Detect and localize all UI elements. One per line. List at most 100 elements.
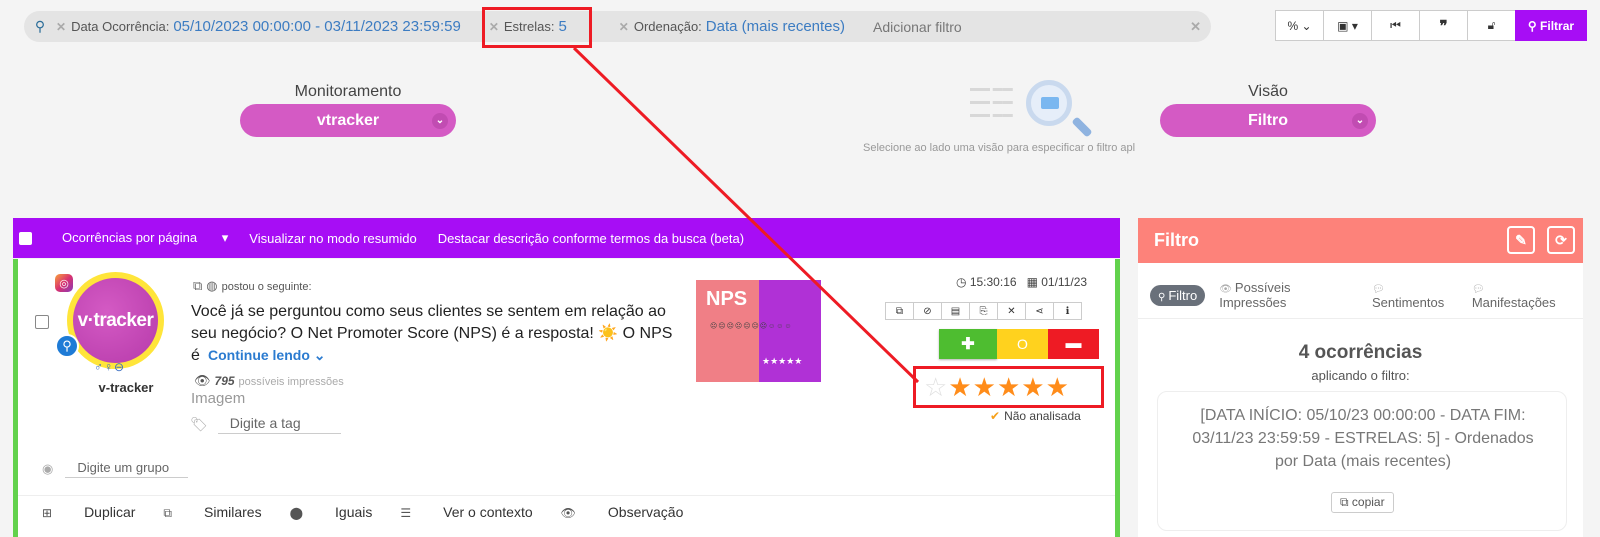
copy-button[interactable]: ⧉ copiar — [1331, 492, 1394, 513]
star-empty-icon[interactable]: ☆ — [924, 374, 947, 400]
per-page-dropdown[interactable]: Ocorrências por página ▾ — [62, 230, 228, 246]
search-icon[interactable]: ⚲ — [24, 18, 56, 35]
filter-button[interactable]: ⚲ Filtrar — [1515, 10, 1587, 41]
decorative-lines: ▬▬ ▬▬ ▬▬ ▬▬ ▬▬ ▬▬ — [970, 83, 1013, 120]
filter-chip-order[interactable]: ✕ Ordenação: Data (mais recentes) — [619, 18, 845, 35]
external-link-icon[interactable]: ⧉ — [193, 278, 202, 293]
star-filled-icon[interactable]: ★ — [1021, 374, 1044, 400]
circle-icon: ⬤ — [289, 506, 304, 520]
highlight-terms-link[interactable]: Destacar descrição conforme termos da bu… — [438, 231, 744, 246]
monitoramento-select[interactable]: vtracker ⌄ — [240, 104, 456, 137]
post-time: 15:30:16 — [969, 275, 1017, 289]
star-rating: ☆ ★ ★ ★ ★ ★ — [913, 366, 1104, 408]
tag-row: 🏷︎ Digite a tag — [190, 415, 341, 434]
save-dropdown-button[interactable]: ▣ ▾ — [1323, 10, 1372, 41]
sentiment-buttons: ✚ O ▬ — [939, 329, 1099, 359]
impressions-label: possíveis impressões — [238, 376, 344, 388]
skip-back-icon: ⏮ — [1390, 18, 1401, 32]
annotation-box-stars-filter — [482, 7, 592, 48]
negative-button[interactable]: ▬ — [1048, 329, 1099, 359]
visao-hint: Selecione ao lado uma visão para especif… — [863, 142, 1136, 154]
translate-icon[interactable]: ⎘ — [969, 302, 998, 320]
remove-chip-icon[interactable]: ✕ — [619, 20, 629, 34]
chip-value[interactable]: 05/10/2023 00:00:00 - 03/11/2023 23:59:5… — [173, 18, 460, 35]
avatar-text: v·tracker — [77, 309, 154, 331]
applying-label: aplicando o filtro: — [1311, 368, 1410, 383]
similar-button[interactable]: ⧉ Similares — [163, 504, 261, 521]
floppy-icon: ▣ — [1337, 18, 1349, 33]
post-actions: ⊞ Duplicar ⧉ Similares ⬤ Iguais ☰ Ver o cont… — [18, 495, 1115, 521]
star-filled-icon[interactable]: ★ — [973, 374, 996, 400]
monitoramento-label: Monitoramento — [294, 83, 402, 100]
clock-icon: ◷ — [956, 275, 967, 289]
magnifier-icon — [1026, 80, 1072, 126]
list-header: Ocorrências por página ▾ Visualizar no m… — [13, 218, 1120, 258]
avatar[interactable]: v·tracker — [67, 272, 164, 369]
visao-label: Visão — [1248, 83, 1288, 100]
select-all-checkbox[interactable] — [19, 231, 32, 245]
post-thumbnail[interactable]: NPS ☹☹☹☹☹☹☹☺☺☺ ★★★★★ — [696, 280, 821, 382]
quote-icon: ❞ — [1439, 17, 1448, 35]
pencil-icon[interactable]: ✎ — [1507, 226, 1535, 254]
view-context-button[interactable]: ☰ Ver o contexto — [400, 504, 532, 521]
search-icon: ⚲ — [1527, 18, 1541, 33]
group-input[interactable]: Digite um grupo — [65, 460, 189, 478]
tab-possiveis-impressoes[interactable]: 👁︎ Possíveis Impressões — [1219, 280, 1358, 310]
applied-filter-text: [DATA INÍCIO: 05/10/23 00:00:00 - DATA F… — [1192, 407, 1534, 470]
block-icon[interactable]: ⊘ — [913, 302, 942, 320]
summary-mode-link[interactable]: Visualizar no modo resumido — [249, 231, 416, 246]
add-filter-input[interactable]: Adicionar filtro — [873, 19, 962, 35]
gender-icons: ♂♀⊖ — [94, 360, 126, 374]
remove-chip-icon[interactable]: ✕ — [56, 20, 66, 34]
eye-icon: 👁︎ — [1219, 284, 1232, 295]
eye-icon: 👁︎ — [560, 506, 576, 520]
duplicate-button[interactable]: ⊞ Duplicar — [42, 504, 135, 521]
filter-chip-date[interactable]: ✕ Data Ocorrência: 05/10/2023 00:00:00 -… — [56, 18, 461, 35]
applied-filter-box: [DATA INÍCIO: 05/10/23 00:00:00 - DATA F… — [1157, 391, 1567, 531]
filter-panel-tabs: ⚲ Filtro 👁︎ Possíveis Impressões 💬︎Sentime… — [1150, 280, 1583, 310]
visao-select[interactable]: Filtro ⌄ — [1160, 104, 1376, 137]
tab-filtro[interactable]: ⚲ Filtro — [1150, 284, 1206, 306]
observation-button[interactable]: 👁︎ Observação — [561, 504, 684, 521]
neutral-button[interactable]: O — [997, 329, 1048, 359]
archive-icon[interactable]: ▤ — [941, 302, 970, 320]
unlock-button[interactable]: 🔓︎ — [1467, 10, 1516, 41]
occurrence-count: 4 ocorrências — [1298, 342, 1423, 363]
globe-icon: ◍ — [206, 278, 218, 293]
chevron-down-icon: ⌄ — [432, 112, 448, 129]
analysis-status: ✔ Não analisada — [990, 409, 1081, 423]
chevron-down-icon: ⌄ — [1352, 112, 1368, 129]
toolbar: % ⌄ ▣ ▾ ⏮ ❞ 🔓︎ ⚲ Filtrar — [1275, 10, 1587, 41]
first-page-button[interactable]: ⏮ — [1371, 10, 1420, 41]
filter-panel-title: Filtro — [1154, 230, 1199, 250]
thumbnail-title: NPS — [706, 288, 748, 310]
clear-filters-icon[interactable]: ✕ — [1190, 19, 1201, 35]
refresh-icon[interactable]: ⟳ — [1547, 226, 1575, 254]
row-checkbox[interactable] — [35, 315, 49, 329]
instagram-icon: ◎ — [55, 274, 73, 292]
occurrence-card: v·tracker ◎ ⚲ ♂♀⊖ v-tracker ⧉ ◍ postou o s… — [13, 259, 1120, 537]
tab-sentimentos[interactable]: 💬︎Sentimentos — [1372, 280, 1458, 310]
calendar-icon: ▦ — [1026, 275, 1038, 289]
equal-button[interactable]: ⬤ Iguais — [290, 504, 373, 521]
quote-button[interactable]: ❞ — [1419, 10, 1468, 41]
star-filled-icon[interactable]: ★ — [1046, 374, 1069, 400]
star-filled-icon[interactable]: ★ — [948, 374, 971, 400]
visao-illustration: ▬▬ ▬▬ ▬▬ ▬▬ ▬▬ ▬▬ — [970, 80, 1090, 142]
chip-value[interactable]: Data (mais recentes) — [706, 18, 845, 35]
plus-square-icon: ⊞ — [42, 506, 53, 520]
monitoramento-value: vtracker — [316, 111, 380, 129]
positive-button[interactable]: ✚ — [939, 329, 997, 359]
share-icon[interactable]: ⋖ — [1025, 302, 1054, 320]
copy-icon[interactable]: ⧉ — [885, 302, 914, 320]
tag-input[interactable]: Digite a tag — [217, 415, 341, 434]
username[interactable]: v-tracker — [76, 380, 176, 395]
percent-dropdown-button[interactable]: % ⌄ — [1275, 10, 1324, 41]
continue-reading-link[interactable]: Continue lendo ⌄ — [208, 347, 326, 364]
tab-manifestacoes[interactable]: 💬︎Manifestações — [1472, 280, 1569, 310]
post-datetime: ◷ 15:30:16 ▦ 01/11/23 — [956, 275, 1087, 289]
star-filled-icon[interactable]: ★ — [997, 374, 1020, 400]
info-icon[interactable]: ℹ — [1053, 302, 1082, 320]
close-icon[interactable]: ✕ — [997, 302, 1026, 320]
post-action-icons: ⧉ ⊘ ▤ ⎘ ✕ ⋖ ℹ — [885, 302, 1082, 320]
